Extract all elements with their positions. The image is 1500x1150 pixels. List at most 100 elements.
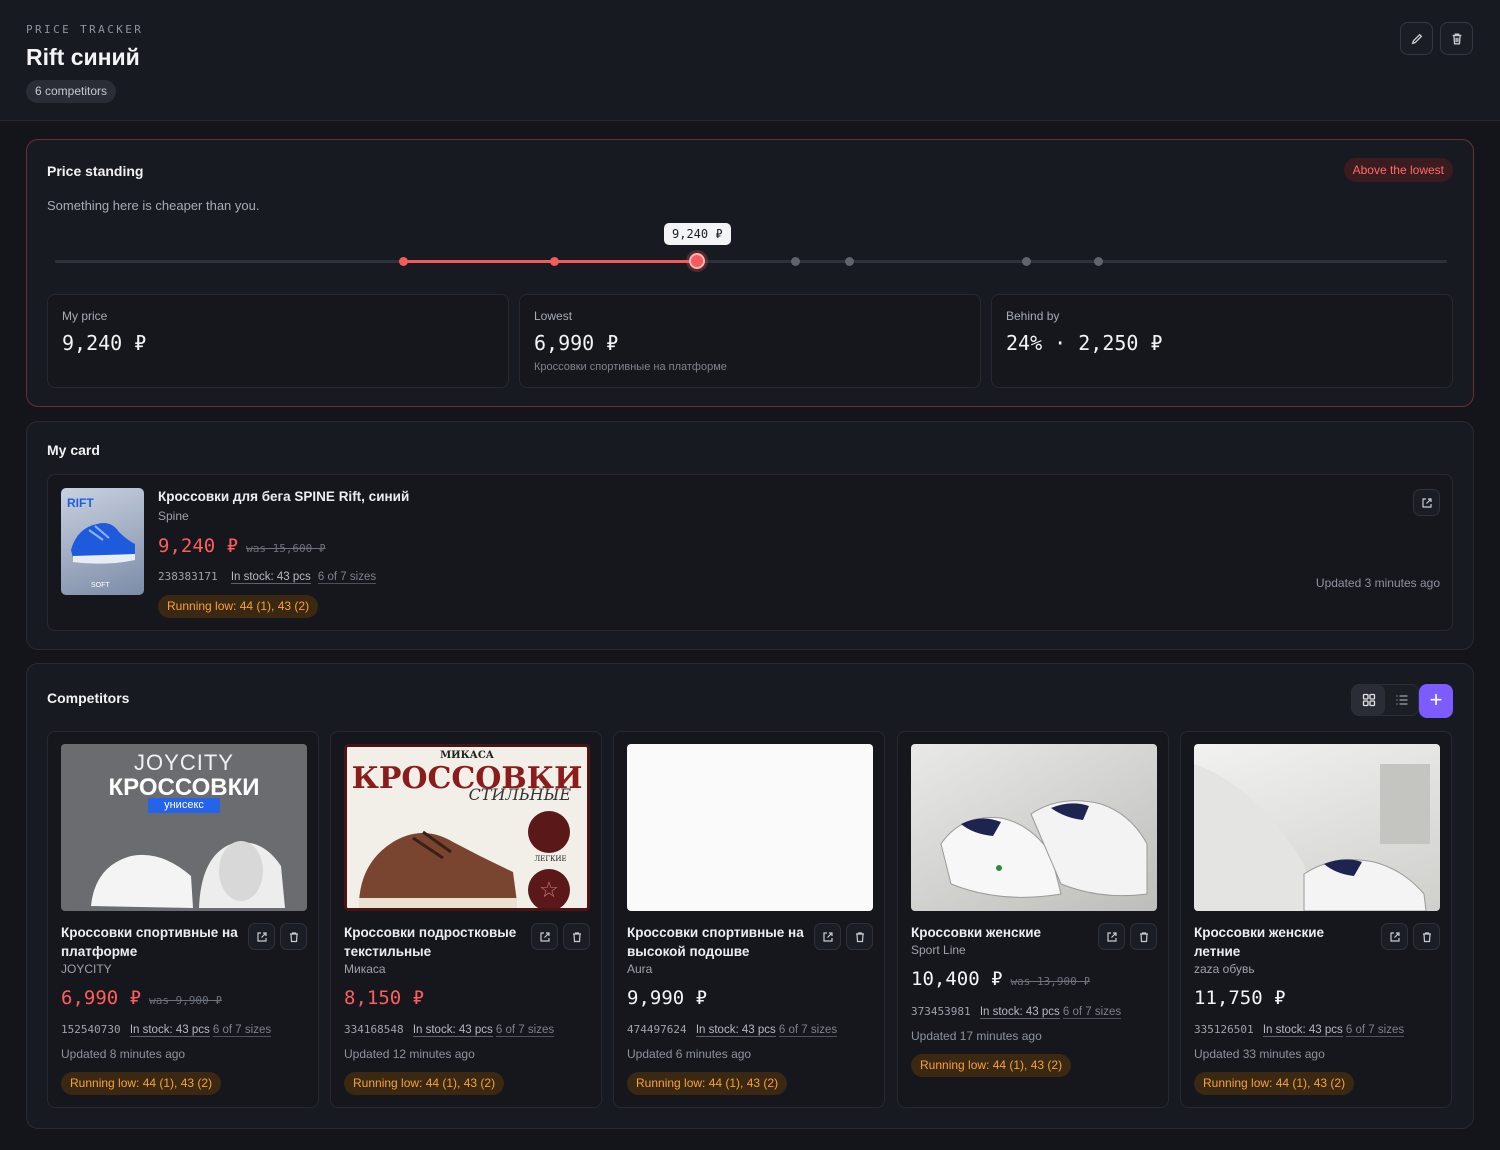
sizes-link[interactable]: 6 of 7 sizes	[778, 1024, 838, 1037]
competitor-name: Кроссовки женские летние	[1194, 925, 1325, 959]
competitor-brand: zaza обувь	[1194, 962, 1255, 976]
add-competitor-button[interactable]: +	[1419, 684, 1453, 718]
running-low-badge: Running low: 44 (1), 43 (2)	[344, 1072, 505, 1095]
sizes-link[interactable]: 6 of 7 sizes	[495, 1024, 555, 1037]
competitor-price: 6,990 ₽ was 9,900 ₽	[61, 987, 222, 1009]
stat-lowest: Lowest 6,990 ₽ Кроссовки спортивные на п…	[519, 294, 981, 388]
image-caption: JOYCITY	[134, 750, 234, 775]
trash-icon	[1139, 931, 1148, 942]
competitor-image: JOYCITY КРОССОВКИ унисекс	[61, 744, 307, 911]
current-price: 8,150 ₽	[344, 987, 425, 1009]
competitor-meta: 335126501 In stock: 43 pcs 6 of 7 sizes	[1194, 1023, 1405, 1037]
standing-subtitle: Something here is cheaper than you.	[47, 198, 260, 213]
product-price: 9,240 ₽ was 15,600 ₽	[158, 535, 326, 557]
stock-link[interactable]: In stock: 43 pcs	[1262, 1024, 1343, 1037]
running-low-badge: Running low: 44 (1), 43 (2)	[911, 1054, 1072, 1077]
competitor-price-marker[interactable]	[1022, 257, 1031, 266]
stock-link[interactable]: In stock: 43 pcs	[412, 1024, 493, 1037]
external-link-icon	[822, 931, 833, 942]
sneaker-image	[1194, 764, 1430, 911]
open-link-button[interactable]	[814, 923, 841, 950]
stock-link[interactable]: In stock: 43 pcs	[695, 1024, 776, 1037]
trash-icon	[1452, 33, 1461, 44]
sku: 238383171	[158, 570, 218, 583]
competitor-card[interactable]: JOYCITY КРОССОВКИ унисекс Кроссовки спор…	[47, 731, 319, 1108]
view-toggle	[1351, 684, 1419, 716]
delete-competitor-button[interactable]	[563, 923, 590, 950]
competitor-card[interactable]: Кроссовки женские летние zaza обувь 11,7…	[1180, 731, 1452, 1108]
status-badge: Above the lowest	[1343, 158, 1453, 182]
competitor-name: Кроссовки спортивные на высокой подошве	[627, 925, 804, 959]
stat-value: 24% · 2,250 ₽	[1006, 331, 1163, 355]
updated-timestamp: Updated 8 minutes ago	[61, 1047, 186, 1061]
competitor-card[interactable]: МИКАСА КРОССОВКИ СТИЛЬНЫЕ ЛЕГКИЕ ☆ Кросс…	[330, 731, 602, 1108]
my-price-tooltip: 9,240 ₽	[664, 223, 731, 245]
eyebrow: PRICE TRACKER	[26, 23, 144, 36]
competitor-name: Кроссовки спортивные на платформе	[61, 925, 238, 959]
feather-icon	[528, 811, 570, 853]
external-link-icon	[1106, 931, 1117, 942]
sizes-link[interactable]: 6 of 7 sizes	[317, 571, 377, 584]
competitor-price-marker[interactable]	[791, 257, 800, 266]
stat-behind-by: Behind by 24% · 2,250 ₽	[991, 294, 1453, 388]
list-view-button[interactable]	[1385, 685, 1418, 715]
image-caption: SOFT	[91, 582, 110, 589]
stat-my-price: My price 9,240 ₽	[47, 294, 509, 388]
sku: 152540730	[61, 1023, 121, 1036]
stat-label: My price	[62, 309, 108, 323]
sku: 373453981	[911, 1005, 971, 1018]
competitor-meta: 334168548 In stock: 43 pcs 6 of 7 sizes	[344, 1023, 555, 1037]
delete-competitor-button[interactable]	[1413, 923, 1440, 950]
image-caption: ЛЕГКИЕ	[534, 855, 567, 863]
updated-timestamp: Updated 17 minutes ago	[911, 1029, 1042, 1043]
stock-link[interactable]: In stock: 43 pcs	[230, 571, 311, 584]
my-price-marker[interactable]	[689, 253, 705, 269]
current-price: 9,990 ₽	[627, 987, 708, 1009]
competitor-meta: 373453981 In stock: 43 pcs 6 of 7 sizes	[911, 1005, 1122, 1019]
competitor-card[interactable]: Кроссовки женские Sport Line 10,400 ₽ was…	[897, 731, 1169, 1108]
image-caption: RIFT	[67, 496, 94, 510]
current-price: 10,400 ₽	[911, 968, 1003, 990]
delete-competitor-button[interactable]	[1130, 923, 1157, 950]
image-caption: МИКАСА	[440, 750, 494, 761]
trash-icon	[1422, 931, 1431, 942]
competitor-price-marker[interactable]	[1094, 257, 1103, 266]
stock-link[interactable]: In stock: 43 pcs	[129, 1024, 210, 1037]
sku: 474497624	[627, 1023, 687, 1036]
sizes-link[interactable]: 6 of 7 sizes	[1062, 1006, 1122, 1019]
price-standing-panel: Price standing Above the lowest Somethin…	[26, 139, 1474, 407]
trash-icon	[289, 931, 298, 942]
sizes-link[interactable]: 6 of 7 sizes	[212, 1024, 272, 1037]
sku: 334168548	[344, 1023, 404, 1036]
sizes-link[interactable]: 6 of 7 sizes	[1345, 1024, 1405, 1037]
grid-view-button[interactable]	[1352, 685, 1385, 715]
competitor-card[interactable]: Кроссовки спортивные на высокой подошве …	[613, 731, 885, 1108]
updated-timestamp: Updated 6 minutes ago	[627, 1047, 752, 1061]
open-link-button[interactable]	[1381, 923, 1408, 950]
open-link-button[interactable]	[248, 923, 275, 950]
delete-competitor-button[interactable]	[280, 923, 307, 950]
open-link-button[interactable]	[531, 923, 558, 950]
page-header: PRICE TRACKER Rift синий 6 competitors	[0, 0, 1500, 121]
competitor-price-marker[interactable]	[399, 257, 408, 266]
trash-icon	[572, 931, 581, 942]
open-link-button[interactable]	[1413, 489, 1440, 516]
old-price: was 15,600 ₽	[246, 542, 326, 555]
competitor-price: 9,990 ₽	[627, 987, 707, 1009]
competitor-brand: Микаса	[344, 962, 386, 976]
stock-link[interactable]: In stock: 43 pcs	[979, 1006, 1060, 1019]
delete-competitor-button[interactable]	[846, 923, 873, 950]
panel-title: My card	[47, 442, 100, 458]
delete-button[interactable]	[1440, 22, 1473, 55]
competitor-price-marker[interactable]	[550, 257, 559, 266]
list-icon	[1396, 695, 1407, 705]
current-price: 11,750 ₽	[1194, 987, 1286, 1009]
open-link-button[interactable]	[1098, 923, 1125, 950]
competitors-panel: Competitors + JOYCITY КРОССОВКИ унисекс …	[26, 663, 1474, 1129]
competitor-price-marker[interactable]	[845, 257, 854, 266]
old-price: was 9,900 ₽	[149, 994, 222, 1007]
edit-button[interactable]	[1400, 22, 1433, 55]
sneaker-image	[359, 830, 517, 908]
product-name: Кроссовки для бега SPINE Rift, синий	[158, 489, 410, 504]
old-price: was 13,900 ₽	[1010, 975, 1090, 988]
